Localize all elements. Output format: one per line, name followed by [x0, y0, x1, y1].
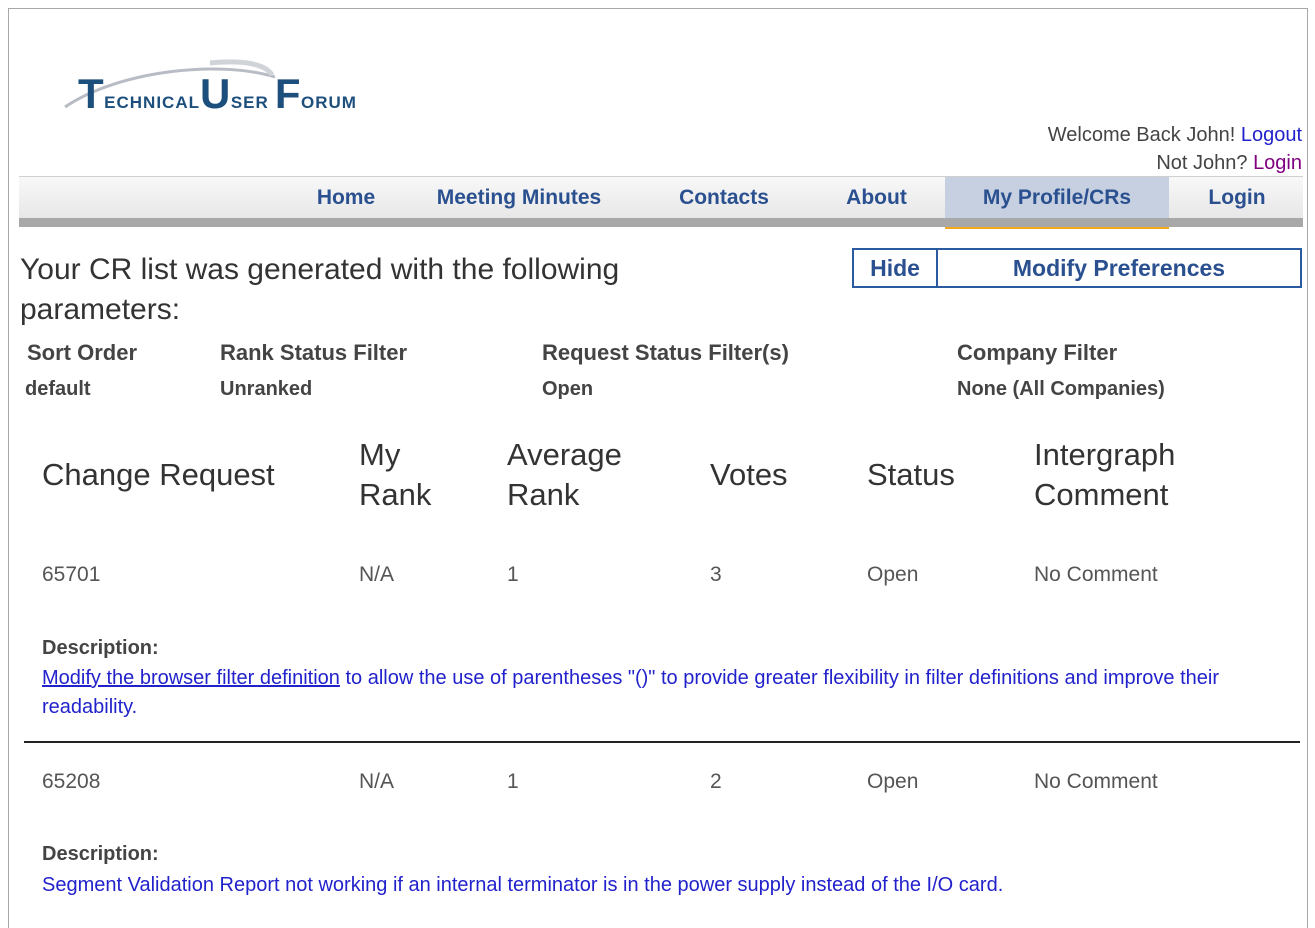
- description-label: Description:: [42, 637, 159, 659]
- header-votes[interactable]: Votes: [710, 455, 788, 495]
- not-user-text: Not John?: [1156, 152, 1248, 174]
- header-average-rank-line2: Rank: [507, 477, 580, 512]
- param-label-sort-order: Sort Order: [27, 340, 138, 365]
- logout-link[interactable]: Logout: [1241, 124, 1302, 146]
- nav-about[interactable]: About: [829, 177, 924, 219]
- cell-cr-number: 65208: [42, 770, 101, 793]
- header-intergraph-comment[interactable]: Intergraph Comment: [1034, 435, 1175, 515]
- cell-cr-number: 65701: [42, 563, 101, 586]
- param-value-sort-order: default: [25, 378, 91, 400]
- login-link[interactable]: Login: [1253, 152, 1302, 174]
- params-actions: Hide Modify Preferences: [852, 248, 1302, 288]
- cell-average-rank: 1: [507, 770, 519, 793]
- header-average-rank-line1: Average: [507, 437, 622, 472]
- modify-preferences-button[interactable]: Modify Preferences: [938, 250, 1300, 286]
- header-my-rank-line2: Rank: [359, 477, 432, 512]
- welcome-box: Welcome Back John! Logout Not John? Logi…: [1048, 121, 1302, 177]
- cell-my-rank: N/A: [359, 563, 395, 586]
- row-separator: [24, 741, 1300, 743]
- logo-wordmark: TECHNICALUSER FORUM: [78, 70, 357, 117]
- cell-status: Open: [867, 563, 919, 586]
- welcome-text: Welcome Back John!: [1047, 124, 1236, 146]
- cell-comment: No Comment: [1034, 563, 1158, 586]
- nav-divider: [19, 218, 1303, 227]
- description-label: Description:: [42, 843, 159, 865]
- param-label-rank-status: Rank Status Filter: [220, 340, 408, 365]
- description-text: Segment Validation Report not working if…: [42, 874, 1004, 896]
- cell-votes: 2: [710, 770, 722, 793]
- site-logo[interactable]: TECHNICALUSER FORUM: [60, 55, 400, 130]
- header-status[interactable]: Status: [867, 455, 955, 495]
- cell-average-rank: 1: [507, 563, 519, 586]
- cell-comment: No Comment: [1034, 770, 1158, 793]
- description-text: Modify the browser filter definition to …: [42, 664, 1272, 722]
- header-comment-line2: Comment: [1034, 477, 1169, 512]
- param-value-request-status: Open: [542, 378, 594, 400]
- param-label-request-status: Request Status Filter(s): [542, 340, 789, 365]
- header-average-rank[interactable]: Average Rank: [507, 435, 622, 515]
- nav-home[interactable]: Home: [287, 177, 405, 219]
- params-title: Your CR list was generated with the foll…: [20, 253, 620, 326]
- param-value-company: None (All Companies): [957, 378, 1165, 400]
- cell-votes: 3: [710, 563, 722, 586]
- cell-status: Open: [867, 770, 919, 793]
- nav-contacts[interactable]: Contacts: [659, 177, 789, 219]
- header-my-rank[interactable]: My Rank: [359, 435, 431, 515]
- description-link[interactable]: Modify the browser filter definition: [42, 667, 340, 689]
- hide-button[interactable]: Hide: [854, 250, 938, 286]
- cell-my-rank: N/A: [359, 770, 395, 793]
- nav-login[interactable]: Login: [1187, 177, 1287, 219]
- param-value-rank-status: Unranked: [220, 378, 313, 400]
- header-comment-line1: Intergraph: [1034, 437, 1176, 472]
- nav-meeting-minutes[interactable]: Meeting Minutes: [421, 177, 617, 219]
- main-nav: Home Meeting Minutes Contacts About My P…: [19, 176, 1303, 229]
- header-change-request[interactable]: Change Request: [42, 455, 275, 495]
- param-label-company: Company Filter: [957, 340, 1118, 365]
- header-my-rank-line1: My: [359, 437, 401, 472]
